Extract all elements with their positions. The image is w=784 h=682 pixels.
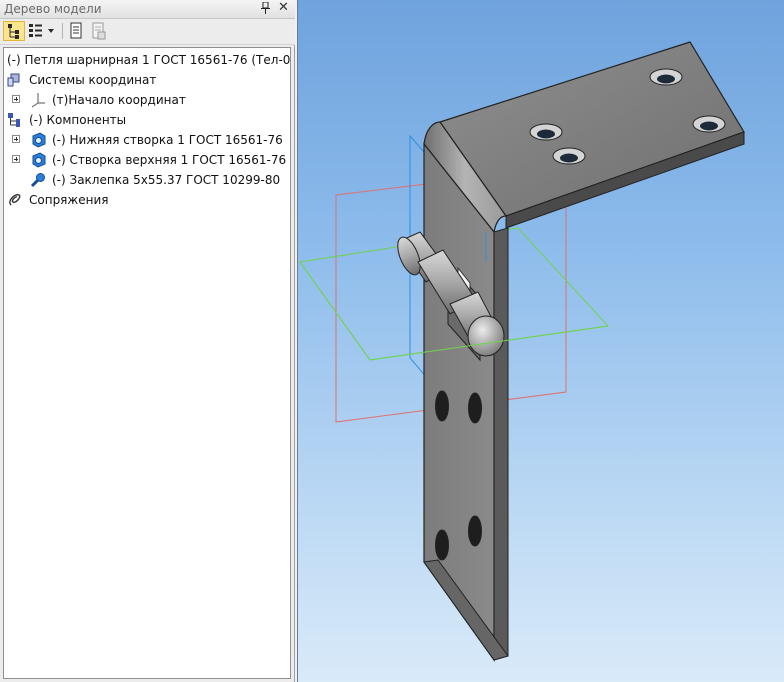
hinge-model bbox=[299, 41, 745, 662]
pin-icon[interactable] bbox=[261, 1, 270, 17]
panel-header: Дерево модели ✕ bbox=[0, 0, 295, 19]
components-icon bbox=[8, 113, 20, 127]
document-button[interactable] bbox=[66, 21, 86, 41]
tree-item-label: (т)Начало координат bbox=[52, 93, 186, 107]
green-plane-edge bbox=[299, 261, 371, 361]
tree-view-icon bbox=[8, 24, 19, 39]
part-icon bbox=[32, 152, 46, 168]
tree-item-label: (-) Заклепка 5x55.37 ГОСТ 10299-80 bbox=[52, 173, 281, 187]
model-tree: (-) Петля шарнирная 1 ГОСТ 16561-76 (Тел… bbox=[3, 47, 291, 679]
tree-item-label: (-) Петля шарнирная 1 ГОСТ 16561-76 (Тел… bbox=[7, 53, 291, 67]
toolbar-separator bbox=[62, 23, 63, 39]
3d-viewport[interactable] bbox=[297, 0, 784, 682]
close-icon[interactable]: ✕ bbox=[278, 0, 289, 15]
rivet-icon bbox=[30, 173, 45, 188]
expand-icon[interactable] bbox=[12, 95, 20, 103]
list-view-icon bbox=[29, 24, 54, 37]
tree-item-label: Сопряжения bbox=[29, 193, 109, 207]
tree-view-button[interactable] bbox=[3, 21, 25, 41]
list-view-button[interactable] bbox=[27, 21, 59, 41]
document-properties-icon bbox=[92, 22, 106, 40]
mates-icon bbox=[9, 194, 21, 206]
document-icon bbox=[70, 22, 82, 39]
part-icon bbox=[32, 132, 46, 148]
tree-item-label: Системы координат bbox=[29, 73, 157, 87]
expand-icon[interactable] bbox=[12, 155, 20, 163]
tree-item-label: (-) Створка верхняя 1 ГОСТ 16561-76 bbox=[52, 153, 287, 167]
tree-toolbar bbox=[0, 19, 295, 45]
document-properties-button[interactable] bbox=[88, 21, 108, 41]
expand-icon[interactable] bbox=[12, 135, 20, 143]
panel-title: Дерево модели bbox=[4, 2, 102, 16]
model-tree-panel: Дерево модели ✕ (-) Петля шарнирная 1 ГО… bbox=[0, 0, 295, 682]
coordinate-systems-icon bbox=[7, 73, 20, 87]
tree-item-label: (-) Компоненты bbox=[29, 113, 127, 127]
tree-item-label: (-) Нижняя створка 1 ГОСТ 16561-76 bbox=[52, 133, 283, 147]
origin-icon bbox=[31, 93, 45, 108]
